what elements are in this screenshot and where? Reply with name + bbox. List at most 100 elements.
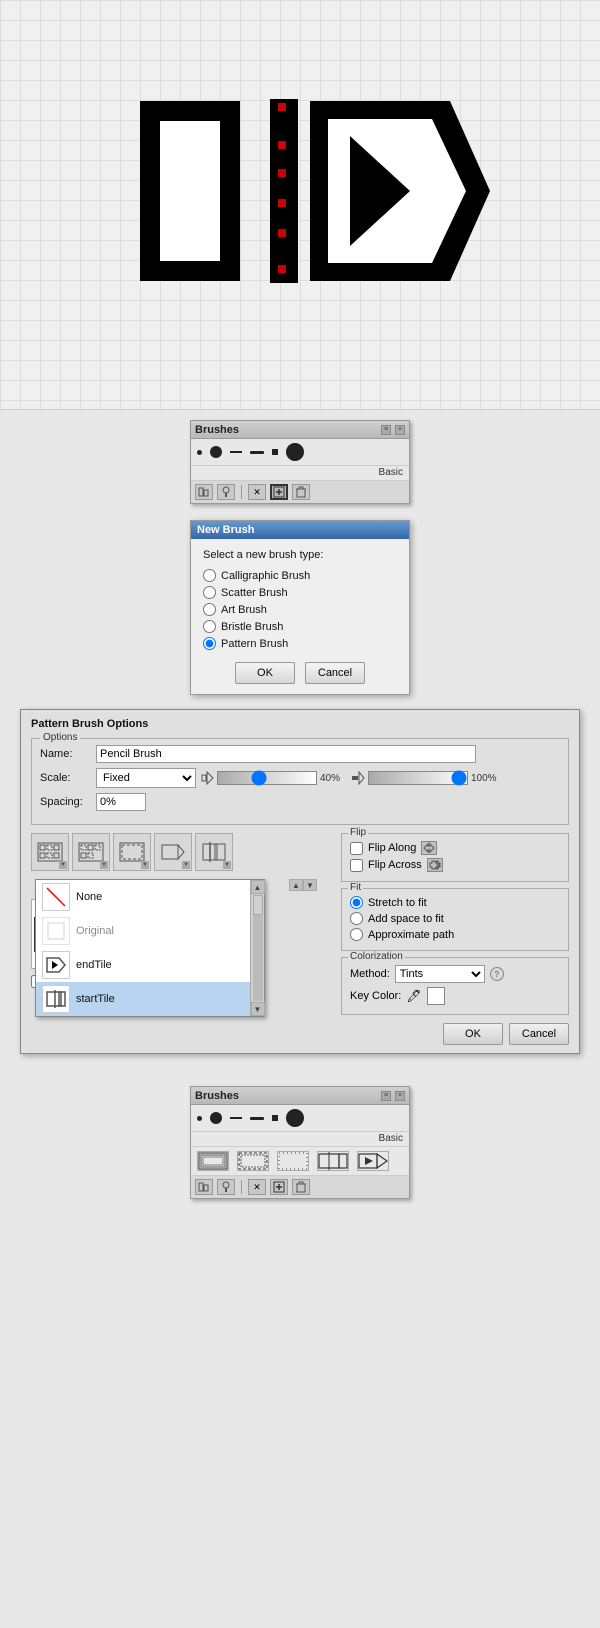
delete-brush-btn[interactable]: ✕ bbox=[248, 484, 266, 500]
brush-b-wide-dash[interactable] bbox=[250, 1117, 264, 1120]
key-color-label: Key Color: bbox=[350, 990, 401, 1002]
popup-down-arrow[interactable]: ▼ bbox=[303, 879, 317, 891]
key-color-swatch[interactable] bbox=[427, 987, 445, 1005]
pbo-scale-slider[interactable] bbox=[217, 771, 317, 785]
brush-libraries-btn[interactable] bbox=[195, 484, 213, 500]
radio-scatter: Scatter Brush bbox=[203, 586, 397, 599]
outer-corner-arrow[interactable]: ▼ bbox=[100, 861, 108, 869]
pbo-scale-select[interactable]: Fixed Random Pressure bbox=[96, 768, 196, 788]
fit-stretch-radio[interactable] bbox=[350, 896, 363, 909]
brush-large-dot[interactable] bbox=[286, 443, 304, 461]
pbo-name-input[interactable] bbox=[96, 745, 476, 763]
side-tile-arrow[interactable]: ▼ bbox=[59, 861, 67, 869]
brush-b-rect-dot[interactable] bbox=[272, 1115, 278, 1121]
brush-b-short-dash[interactable] bbox=[230, 1117, 242, 1119]
artwork-svg bbox=[110, 51, 490, 331]
brush-b-medium-dot[interactable] bbox=[210, 1112, 222, 1124]
dropdown-item-original-icon bbox=[42, 917, 70, 945]
brush-b-trash-btn[interactable] bbox=[292, 1179, 310, 1195]
radio-bristle-input[interactable] bbox=[203, 620, 216, 633]
radio-bristle-label: Bristle Brush bbox=[221, 621, 283, 633]
fit-stretch-label: Stretch to fit bbox=[368, 897, 427, 909]
trash-brush-btn[interactable] bbox=[292, 484, 310, 500]
new-brush-cancel-btn[interactable]: Cancel bbox=[305, 662, 365, 684]
new-brush-dialog-body: Select a new brush type: Calligraphic Br… bbox=[191, 539, 409, 694]
panel-close-btn[interactable]: × bbox=[395, 425, 405, 435]
radio-pattern-input[interactable] bbox=[203, 637, 216, 650]
tile-btn-side[interactable]: ▼ bbox=[31, 833, 69, 871]
scrollbar-down[interactable]: ▼ bbox=[251, 1002, 265, 1016]
pattern-brush-3[interactable] bbox=[277, 1151, 309, 1171]
brush-b-delete-btn[interactable]: ✕ bbox=[248, 1179, 266, 1195]
tile-btn-outer-corner[interactable]: ▼ bbox=[72, 833, 110, 871]
scale-icon-right bbox=[351, 771, 365, 785]
popup-up-arrow[interactable]: ▲ bbox=[289, 879, 303, 891]
method-label: Method: bbox=[350, 968, 390, 980]
method-select[interactable]: None Tints Tints and Shades Hue Shift bbox=[395, 965, 485, 983]
radio-scatter-label: Scatter Brush bbox=[221, 587, 288, 599]
dropdown-none-label: None bbox=[76, 891, 102, 903]
brush-wide-dash[interactable] bbox=[250, 451, 264, 454]
new-brush-ok-btn[interactable]: OK bbox=[235, 662, 295, 684]
pbo-name-label: Name: bbox=[40, 748, 92, 760]
paint-brush-btn[interactable] bbox=[217, 484, 235, 500]
pbo-right-panel: Flip Flip Along Flip Across bbox=[341, 833, 569, 1045]
brush-b-libraries-btn[interactable] bbox=[195, 1179, 213, 1195]
brush-b-tiny-dot[interactable] bbox=[197, 1116, 202, 1121]
flip-across-checkbox[interactable] bbox=[350, 859, 363, 872]
radio-art-input[interactable] bbox=[203, 603, 216, 616]
dropdown-item-none[interactable]: None bbox=[36, 880, 250, 914]
brush-b-large-dot[interactable] bbox=[286, 1109, 304, 1127]
panel-collapse-btn[interactable]: ≡ bbox=[381, 425, 391, 435]
tile-btn-inner-corner[interactable]: ▼ bbox=[113, 833, 151, 871]
radio-art-label: Art Brush bbox=[221, 604, 267, 616]
tile-btn-end[interactable]: ▼ bbox=[195, 833, 233, 871]
new-brush-dialog: New Brush Select a new brush type: Calli… bbox=[190, 520, 410, 695]
brush-medium-dot[interactable] bbox=[210, 446, 222, 458]
pbo-cancel-btn[interactable]: Cancel bbox=[509, 1023, 569, 1045]
pattern-brush-1[interactable] bbox=[197, 1151, 229, 1171]
colorization-tip-icon[interactable]: ? bbox=[490, 967, 504, 981]
brushes-panel-top: Brushes ≡ × Basic ✕ bbox=[190, 420, 410, 504]
brush-b-new-btn[interactable] bbox=[270, 1179, 288, 1195]
brush-b-paint-btn[interactable] bbox=[217, 1179, 235, 1195]
flip-along-label: Flip Along bbox=[368, 842, 416, 854]
bottom-toolbar-sep bbox=[241, 1180, 242, 1194]
brush-rect-dot[interactable] bbox=[272, 449, 278, 455]
pbo-panel-title: Pattern Brush Options bbox=[31, 718, 569, 730]
brush-short-dash[interactable] bbox=[230, 451, 242, 453]
pbo-left-panel: ▼ ▼ bbox=[31, 833, 331, 1045]
radio-calligraphic-input[interactable] bbox=[203, 569, 216, 582]
pbo-scale-max-slider[interactable] bbox=[368, 771, 468, 785]
fit-approx-radio[interactable] bbox=[350, 928, 363, 941]
fit-add-space-radio[interactable] bbox=[350, 912, 363, 925]
radio-scatter-input[interactable] bbox=[203, 586, 216, 599]
pbo-ok-btn[interactable]: OK bbox=[443, 1023, 503, 1045]
fit-add-space-label: Add space to fit bbox=[368, 913, 444, 925]
fit-approx-row: Approximate path bbox=[350, 928, 560, 941]
dropdown-item-original: Original bbox=[36, 914, 250, 948]
pattern-brush-4[interactable] bbox=[317, 1151, 349, 1171]
inner-corner-arrow[interactable]: ▼ bbox=[141, 861, 149, 869]
flip-along-checkbox[interactable] bbox=[350, 842, 363, 855]
brush-tiny-dot[interactable] bbox=[197, 450, 202, 455]
new-brush-dialog-subtitle: Select a new brush type: bbox=[203, 549, 397, 561]
canvas-artwork bbox=[110, 51, 490, 331]
tile-btn-start[interactable]: ▼ bbox=[154, 833, 192, 871]
bottom-panel-close[interactable]: × bbox=[395, 1091, 405, 1101]
eyedropper-icon[interactable]: 🖊 bbox=[406, 989, 421, 1003]
scrollbar-thumb[interactable] bbox=[253, 895, 263, 915]
pbo-spacing-input[interactable] bbox=[96, 793, 146, 811]
start-tile-arrow[interactable]: ▼ bbox=[182, 861, 190, 869]
dropdown-item-starttile[interactable]: startTile bbox=[36, 982, 250, 1016]
pbo-main-layout: ▼ ▼ bbox=[31, 833, 569, 1045]
dropdown-original-label: Original bbox=[76, 925, 114, 937]
brushes-panel-bottom-title: Brushes bbox=[195, 1090, 239, 1102]
pattern-brush-2[interactable] bbox=[237, 1151, 269, 1171]
end-tile-arrow[interactable]: ▼ bbox=[223, 861, 231, 869]
pattern-brush-5[interactable] bbox=[357, 1151, 389, 1171]
new-brush-btn[interactable] bbox=[270, 484, 288, 500]
bottom-panel-collapse[interactable]: ≡ bbox=[381, 1091, 391, 1101]
dropdown-item-endtile[interactable]: endTile bbox=[36, 948, 250, 982]
scrollbar-up[interactable]: ▲ bbox=[251, 880, 265, 894]
